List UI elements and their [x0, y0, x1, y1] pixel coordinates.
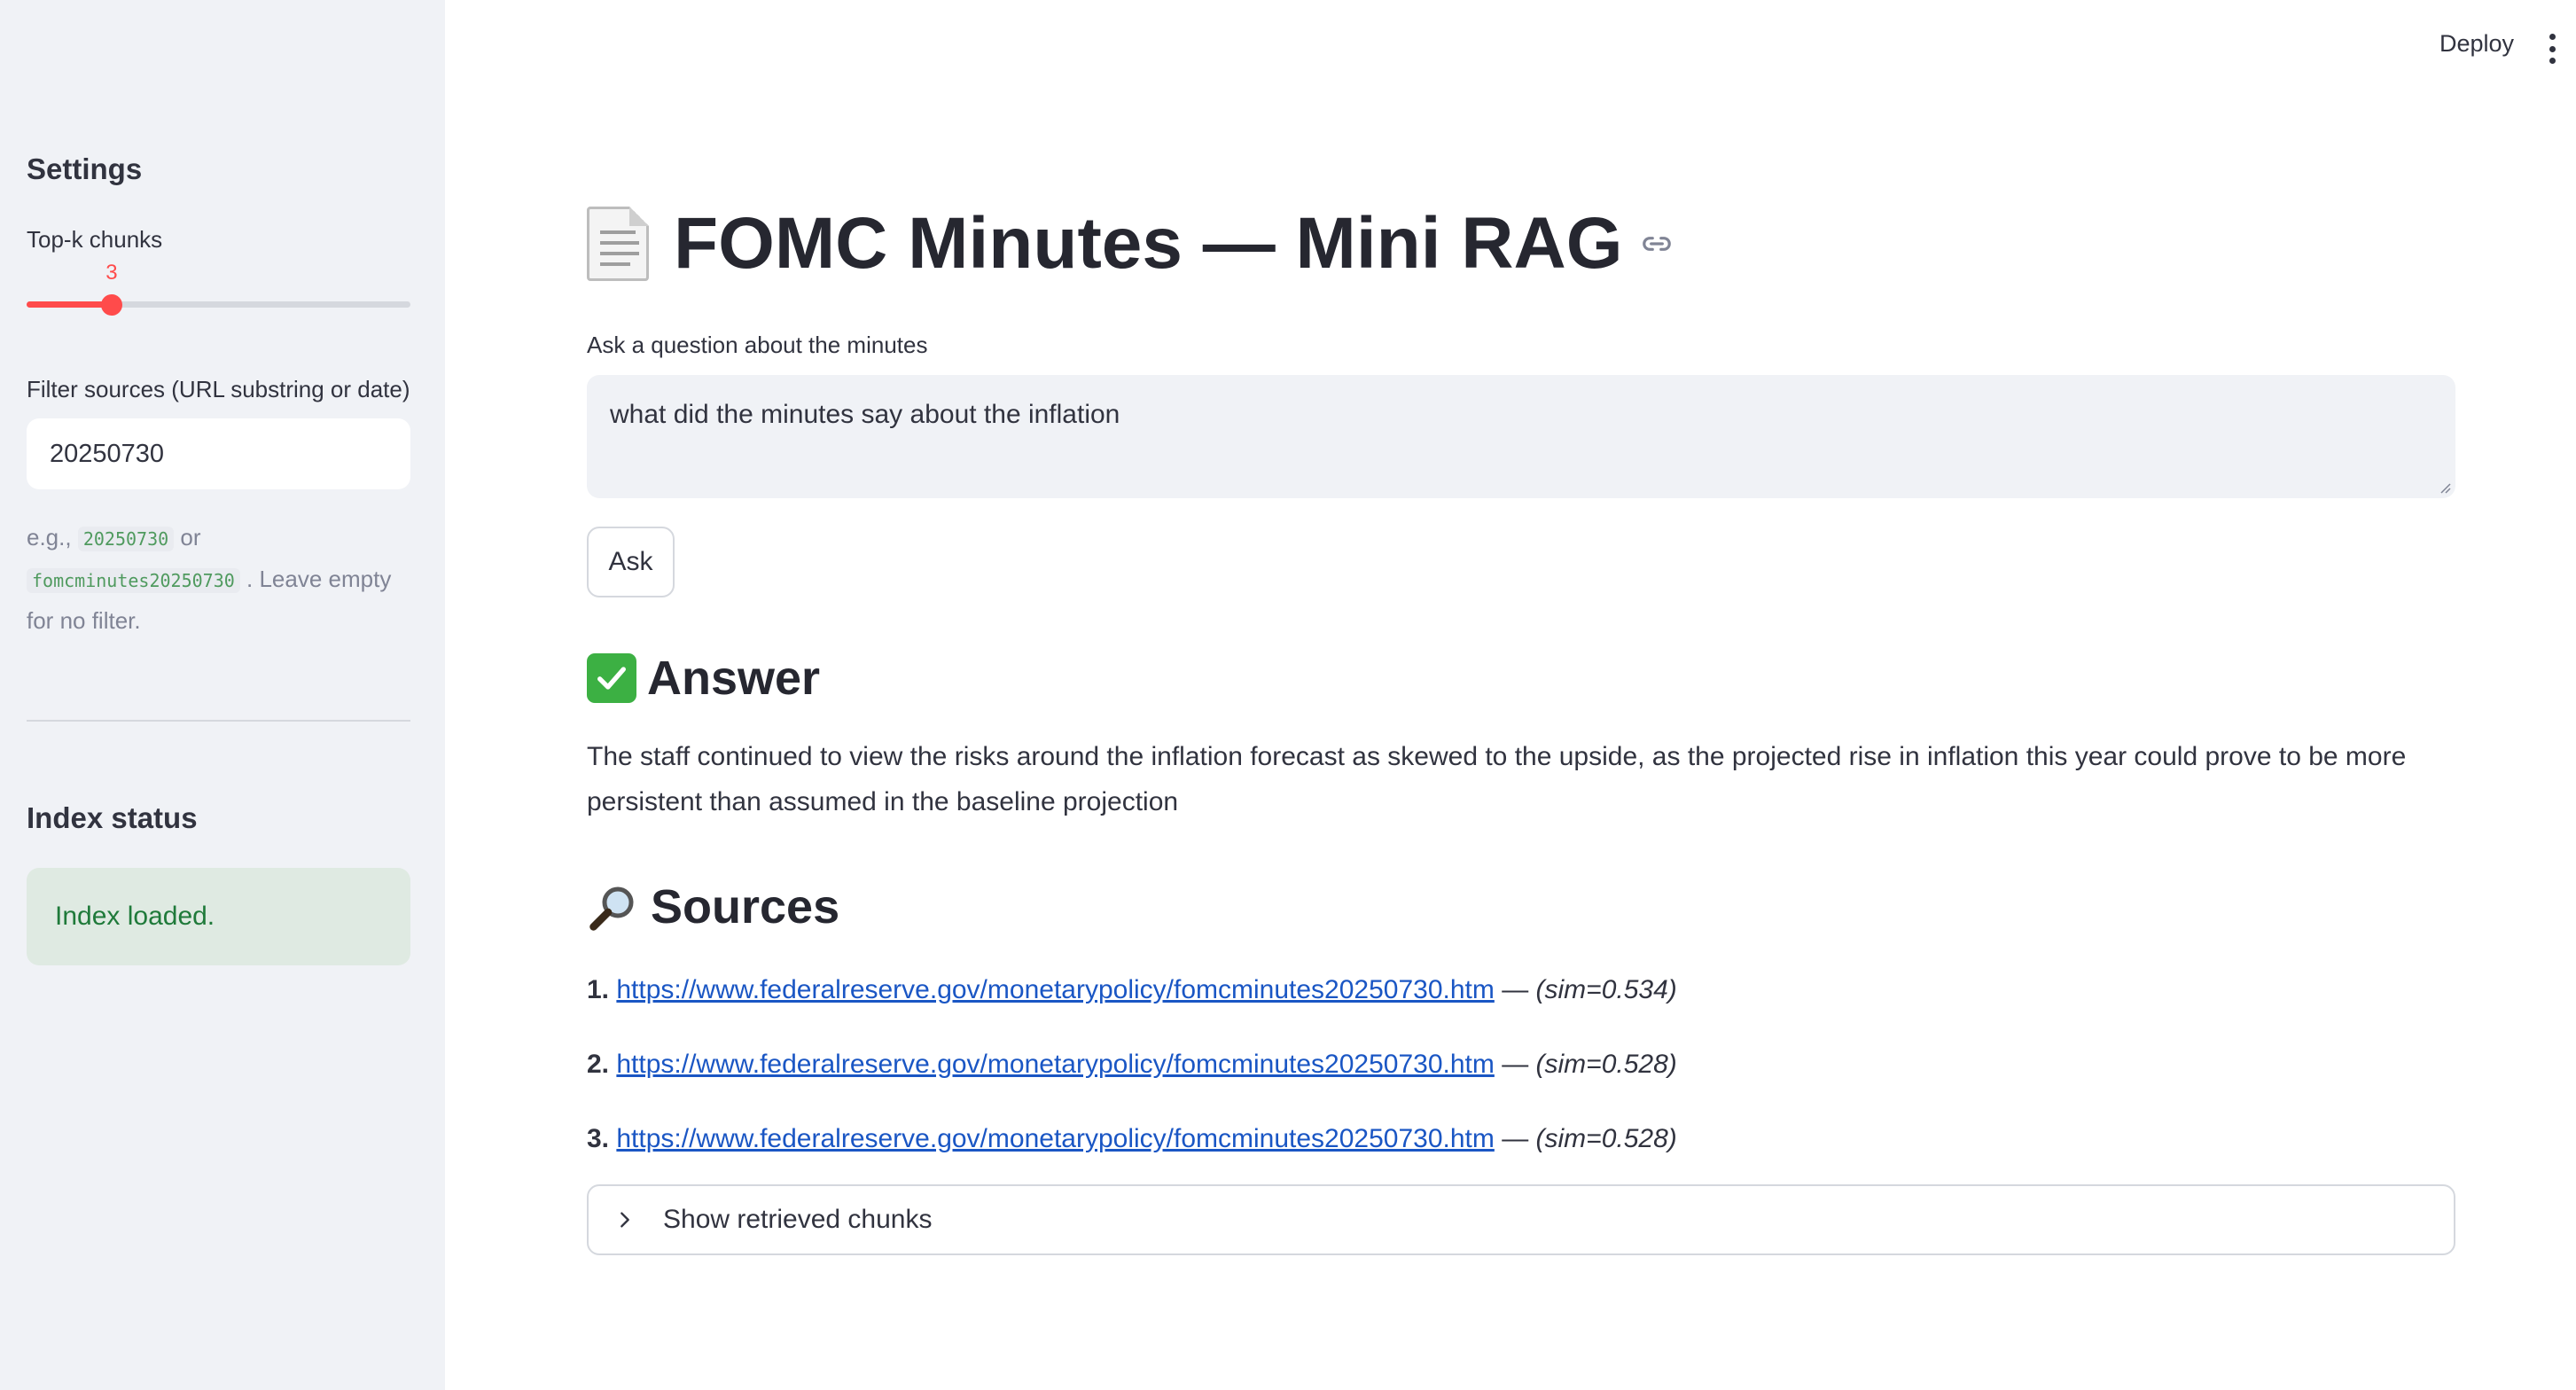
- question-label: Ask a question about the minutes: [587, 332, 928, 358]
- document-icon: [587, 207, 649, 281]
- page-title-row: FOMC Minutes — Mini RAG: [587, 202, 1674, 285]
- filter-label: Filter sources (URL substring or date): [27, 376, 410, 402]
- topk-slider-value: 3: [105, 261, 118, 285]
- index-status-box: Index loaded.: [27, 868, 410, 965]
- resize-grip-icon[interactable]: [2436, 479, 2452, 495]
- check-mark-icon: [587, 653, 636, 703]
- help-code-url: fomcminutes20250730: [27, 568, 240, 593]
- source-item: 3. https://www.federalreserve.gov/moneta…: [587, 1124, 1677, 1154]
- magnifier-icon: [589, 886, 634, 931]
- topk-slider-fill: [27, 301, 113, 308]
- deploy-button[interactable]: Deploy: [2439, 30, 2514, 58]
- anchor-link-icon[interactable]: [1640, 227, 1674, 261]
- sidebar-divider: [27, 720, 410, 722]
- sidebar: Settings Top-k chunks 3 Filter sources (…: [0, 0, 445, 1390]
- answer-heading: Answer: [647, 652, 821, 705]
- help-or: or: [180, 524, 201, 551]
- page-title: FOMC Minutes — Mini RAG: [674, 203, 1623, 284]
- topk-label: Top-k chunks: [27, 226, 163, 253]
- help-code-date: 20250730: [77, 527, 175, 551]
- settings-heading: Settings: [27, 152, 143, 185]
- kebab-menu-icon[interactable]: [2548, 34, 2556, 64]
- question-textarea[interactable]: what did the minutes say about the infla…: [587, 375, 2455, 498]
- ask-button[interactable]: Ask: [587, 527, 675, 597]
- topk-slider-thumb[interactable]: [101, 294, 123, 316]
- source-item: 2. https://www.federalreserve.gov/moneta…: [587, 1050, 1677, 1080]
- source-number: 3.: [587, 1124, 610, 1153]
- source-link[interactable]: https://www.federalreserve.gov/monetaryp…: [616, 975, 1494, 1004]
- source-separator: —: [1494, 1124, 1536, 1153]
- help-prefix: e.g.,: [27, 524, 72, 551]
- source-separator: —: [1494, 975, 1536, 1004]
- source-link[interactable]: https://www.federalreserve.gov/monetaryp…: [616, 1050, 1494, 1079]
- source-number: 1.: [587, 975, 610, 1004]
- filter-help-text: e.g., 20250730 or fomcminutes20250730 . …: [27, 518, 417, 641]
- expander-label: Show retrieved chunks: [663, 1205, 933, 1234]
- source-item: 1. https://www.federalreserve.gov/moneta…: [587, 975, 1677, 1005]
- source-similarity: (sim=0.528): [1535, 1124, 1677, 1153]
- retrieved-chunks-expander[interactable]: Show retrieved chunks: [587, 1184, 2455, 1255]
- sources-heading: Sources: [651, 880, 840, 933]
- filter-sources-input[interactable]: 20250730: [27, 418, 410, 489]
- source-similarity: (sim=0.528): [1535, 1050, 1677, 1079]
- answer-heading-row: Answer: [587, 651, 820, 706]
- source-number: 2.: [587, 1050, 610, 1079]
- index-status-heading: Index status: [27, 801, 198, 834]
- source-separator: —: [1494, 1050, 1536, 1079]
- sources-heading-row: Sources: [587, 879, 839, 934]
- source-link[interactable]: https://www.federalreserve.gov/monetaryp…: [616, 1124, 1494, 1153]
- question-text: what did the minutes say about the infla…: [610, 400, 1120, 429]
- chevron-right-icon: [621, 1212, 629, 1228]
- source-similarity: (sim=0.534): [1535, 975, 1677, 1004]
- answer-text: The staff continued to view the risks ar…: [587, 742, 2407, 816]
